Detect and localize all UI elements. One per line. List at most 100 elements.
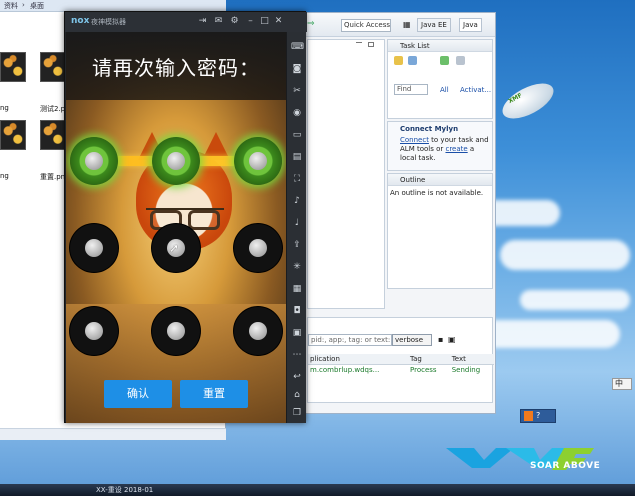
logcat-table: plication Tag Text m.combrlup.wdqs... Pr…	[308, 354, 494, 375]
collapse-icon[interactable]	[456, 56, 465, 65]
pattern-dot-2[interactable]	[152, 137, 200, 185]
taskbar: XX-重设 2018-01	[0, 484, 635, 496]
column-header[interactable]: Text	[450, 354, 494, 365]
find-input[interactable]: Find	[394, 84, 428, 95]
back-icon[interactable]: ↩	[291, 372, 303, 383]
settings-icon[interactable]: ⚙	[229, 16, 240, 27]
loading-icon[interactable]: ✳	[291, 262, 303, 273]
table-header-row: plication Tag Text	[308, 354, 494, 365]
file-label[interactable]: 测试2.p	[40, 104, 65, 114]
recent-apps-icon[interactable]: ❐	[291, 408, 303, 419]
sync-icon[interactable]	[440, 56, 449, 65]
taskbar-item[interactable]: XX-重设 2018-01	[96, 485, 153, 495]
table-row[interactable]: m.combrlup.wdqs... Process Sending	[308, 365, 494, 376]
screen-icon[interactable]: ▭	[291, 130, 303, 141]
cloud	[520, 290, 630, 310]
pattern-dot-1[interactable]	[70, 137, 118, 185]
pattern-dot-6[interactable]	[234, 224, 282, 272]
connect-link[interactable]: Connect	[400, 136, 429, 144]
help-icon[interactable]: ?	[536, 411, 540, 420]
column-header[interactable]: plication	[308, 354, 408, 365]
shake-icon[interactable]: ⇪	[291, 240, 303, 251]
pattern-dot-7[interactable]	[70, 307, 118, 355]
logcat-filter-input[interactable]: pid:, app:, tag: or text:	[308, 334, 392, 346]
screenshot-icon[interactable]: ◙	[291, 64, 303, 75]
image-thumbnail[interactable]	[0, 120, 26, 150]
clear-log-icon[interactable]: ▣	[448, 335, 456, 344]
home-icon[interactable]: ⌂	[291, 390, 303, 401]
mylyn-text: Connect to your task and ALM tools or cr…	[400, 136, 492, 163]
pattern-dot-9[interactable]	[234, 307, 282, 355]
maximize-icon[interactable]: □	[259, 16, 270, 27]
perspective-java-ee[interactable]: Java EE	[417, 18, 451, 32]
emulator-title: 夜神模拟器	[91, 18, 126, 26]
android-screen[interactable]: 请再次输入密码： ➚ 确认 重置	[66, 32, 286, 423]
log-level-select[interactable]: verbose	[392, 334, 432, 346]
share-icon[interactable]: ⇥	[197, 16, 208, 27]
pattern-dot-4[interactable]	[70, 224, 118, 272]
nox-emulator-window: nox 夜神模拟器 ⇥ ✉ ⚙ – □ ✕ 请再次输入密码： ➚ 确认 重置 ⌨…	[64, 11, 307, 423]
breadcrumb-separator: ›	[22, 1, 25, 9]
fullscreen-icon[interactable]: ⛶	[291, 174, 303, 185]
more-icon[interactable]: ⋯	[291, 350, 303, 361]
volume-up-icon[interactable]: ♪	[291, 196, 303, 207]
password-prompt: 请再次输入密码：	[92, 56, 260, 80]
file-label[interactable]: ng	[0, 104, 9, 112]
emulator-sidebar: ⌨ ◙ ✂ ◉ ▭ ▤ ⛶ ♪ ♩ ⇪ ✳ ▦ ◘ ▣ ⋯ ↩ ⌂ ❐	[286, 32, 306, 423]
maximize-icon[interactable]	[368, 42, 374, 47]
sogou-icon[interactable]	[524, 411, 533, 421]
file-label[interactable]: 重置.pn	[40, 172, 65, 182]
pattern-dot-3[interactable]	[234, 137, 282, 185]
outline-view: Outline An outline is not available.	[387, 173, 493, 289]
view-title[interactable]: Outline	[388, 174, 492, 186]
volume-down-icon[interactable]: ♩	[291, 218, 303, 229]
mouse-cursor-icon: ➚	[169, 241, 180, 255]
ime-indicator[interactable]: 中	[612, 378, 632, 390]
cloud	[500, 240, 630, 270]
image-thumbnail[interactable]	[40, 52, 66, 82]
confirm-button[interactable]: 确认	[104, 380, 172, 408]
outline-message: An outline is not available.	[390, 189, 484, 197]
camera-icon[interactable]: ◘	[291, 306, 303, 317]
multi-window-icon[interactable]: ▦	[291, 284, 303, 295]
create-link[interactable]: create	[445, 145, 467, 153]
mylyn-title: Connect Mylyn	[400, 125, 459, 133]
quick-access-input[interactable]: Quick Access	[341, 19, 391, 32]
filter-icon[interactable]	[408, 56, 417, 65]
activate-link[interactable]: Activat...	[460, 86, 491, 95]
view-title[interactable]: Task List	[388, 40, 492, 52]
perspective-java[interactable]: Java	[459, 18, 482, 32]
close-icon[interactable]: ✕	[273, 16, 284, 27]
nox-logo: nox	[71, 16, 90, 26]
scissors-icon[interactable]: ✂	[291, 86, 303, 97]
column-header[interactable]: Tag	[408, 354, 450, 365]
image-thumbnail[interactable]	[40, 120, 66, 150]
files-icon[interactable]: ▣	[291, 328, 303, 339]
task-list-view: Task List Find All Activat...	[387, 39, 493, 119]
breadcrumb-part[interactable]: 桌面	[30, 1, 44, 11]
file-label[interactable]: ng	[0, 172, 9, 180]
table-cell: m.combrlup.wdqs...	[310, 366, 380, 374]
tray-toolbar[interactable]: ?	[520, 409, 556, 423]
image-thumbnail[interactable]	[0, 52, 26, 82]
breadcrumb-part[interactable]: 资料	[4, 1, 18, 11]
emulator-title-bar[interactable]: nox 夜神模拟器 ⇥ ✉ ⚙ – □ ✕	[65, 12, 307, 32]
keyboard-icon[interactable]: ⌨	[291, 42, 304, 53]
editor-area	[307, 39, 385, 309]
logo-slogan: SOAR ABOVE	[530, 461, 601, 471]
table-cell: Sending	[451, 366, 481, 374]
new-task-icon[interactable]	[394, 56, 403, 65]
open-perspective-icon[interactable]: ▦	[403, 20, 411, 29]
reset-button[interactable]: 重置	[180, 380, 248, 408]
blimp-graphic	[497, 76, 559, 126]
all-filter-link[interactable]: All	[440, 86, 449, 95]
mail-icon[interactable]: ✉	[213, 16, 224, 27]
minimize-icon[interactable]	[356, 42, 362, 44]
minimize-icon[interactable]: –	[245, 16, 256, 27]
apk-icon[interactable]: ▤	[291, 152, 303, 163]
location-icon[interactable]: ◉	[291, 108, 303, 119]
forward-icon[interactable]: ⇒	[307, 19, 315, 29]
pattern-dot-8[interactable]	[152, 307, 200, 355]
mylyn-panel: Connect Mylyn Connect to your task and A…	[387, 121, 493, 171]
save-icon[interactable]: ▪	[438, 335, 443, 344]
